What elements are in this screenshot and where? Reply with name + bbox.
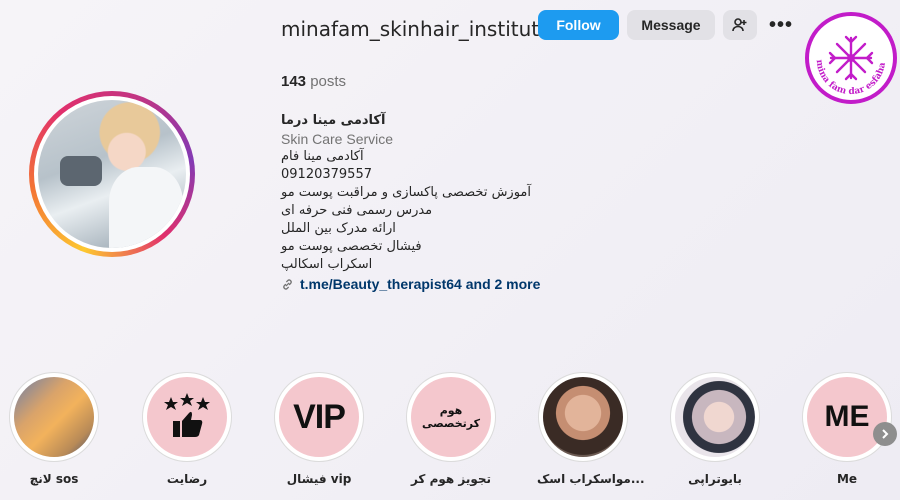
highlight-label: رضایت	[166, 472, 208, 486]
highlights-next-button[interactable]	[873, 422, 897, 446]
more-options-button[interactable]: •••	[764, 10, 798, 40]
bio-phone: 09120379557	[281, 167, 372, 182]
highlight-cover: هوم کرتخصصی	[411, 377, 491, 457]
add-user-icon	[732, 18, 747, 32]
follow-button[interactable]: Follow	[538, 10, 619, 40]
highlight-label: بایوتراپی	[688, 472, 742, 486]
highlight-cover-text: VIP	[293, 397, 346, 436]
bio-line: ارائه مدرک بین الملل	[281, 221, 396, 236]
thumbs-up-stars-icon	[164, 393, 210, 437]
bio-line: اسکراب اسکالپ	[281, 257, 373, 272]
highlight-label: فیشال vip	[286, 472, 352, 486]
add-user-button[interactable]	[723, 10, 757, 40]
institute-logo: mina fam dar esfahan	[801, 8, 897, 104]
highlight-cover	[675, 377, 755, 457]
profile-bio: آکادمی مینا درما Skin Care Service آکادم…	[281, 112, 540, 293]
highlight-item[interactable]: هوم کرتخصصی تجویز هوم کر	[405, 372, 497, 486]
bio-line: آموزش تخصصی پاکسازی و مراقبت پوست مو	[281, 185, 532, 200]
highlight-label: لانچ sos	[29, 472, 79, 486]
bio-link[interactable]: t.me/Beauty_therapist64 and 2 more	[281, 275, 540, 293]
highlight-label: مواسکراب اسک...	[537, 472, 645, 486]
highlight-cover-text: ME	[824, 400, 870, 433]
highlight-item[interactable]: لانچ sos	[8, 372, 100, 486]
story-highlights: لانچ sos رضایت VIP فیشال vip هوم کرتخصصی…	[0, 372, 900, 500]
bio-category: Skin Care Service	[281, 131, 394, 147]
posts-count: 143 posts	[281, 73, 346, 90]
more-horizontal-icon: •••	[768, 13, 793, 36]
highlight-item[interactable]: رضایت	[141, 372, 233, 486]
highlight-cover	[14, 377, 94, 457]
highlight-label: تجویز هوم کر	[410, 472, 492, 486]
avatar-photo	[38, 100, 186, 248]
highlight-cover: VIP	[279, 377, 359, 457]
highlight-cover: ME	[807, 377, 887, 457]
bio-name: آکادمی مینا درما	[281, 113, 386, 128]
highlight-cover-text: هوم کرتخصصی	[421, 404, 481, 430]
bio-line: فیشال تخصصی پوست مو	[281, 239, 422, 254]
bio-line: مدرس رسمی فنی حرفه ای	[281, 203, 433, 218]
posts-count-label: posts	[310, 73, 347, 90]
link-icon	[283, 278, 292, 290]
highlight-item[interactable]: VIP فیشال vip	[273, 372, 365, 486]
highlight-item[interactable]: مواسکراب اسک...	[537, 372, 645, 486]
profile-username: minafam_skinhair_institute	[281, 17, 552, 41]
chevron-right-icon	[882, 429, 889, 439]
highlight-label: Me	[836, 472, 858, 486]
highlight-cover	[147, 377, 227, 457]
message-button[interactable]: Message	[627, 10, 715, 40]
highlight-item[interactable]: بایوتراپی	[669, 372, 761, 486]
profile-avatar[interactable]	[29, 91, 195, 257]
bio-line: آکادمی مینا فام	[281, 149, 364, 164]
highlight-cover	[543, 377, 623, 457]
posts-count-value: 143	[281, 73, 307, 90]
bio-link-text: t.me/Beauty_therapist64 and 2 more	[300, 276, 541, 292]
